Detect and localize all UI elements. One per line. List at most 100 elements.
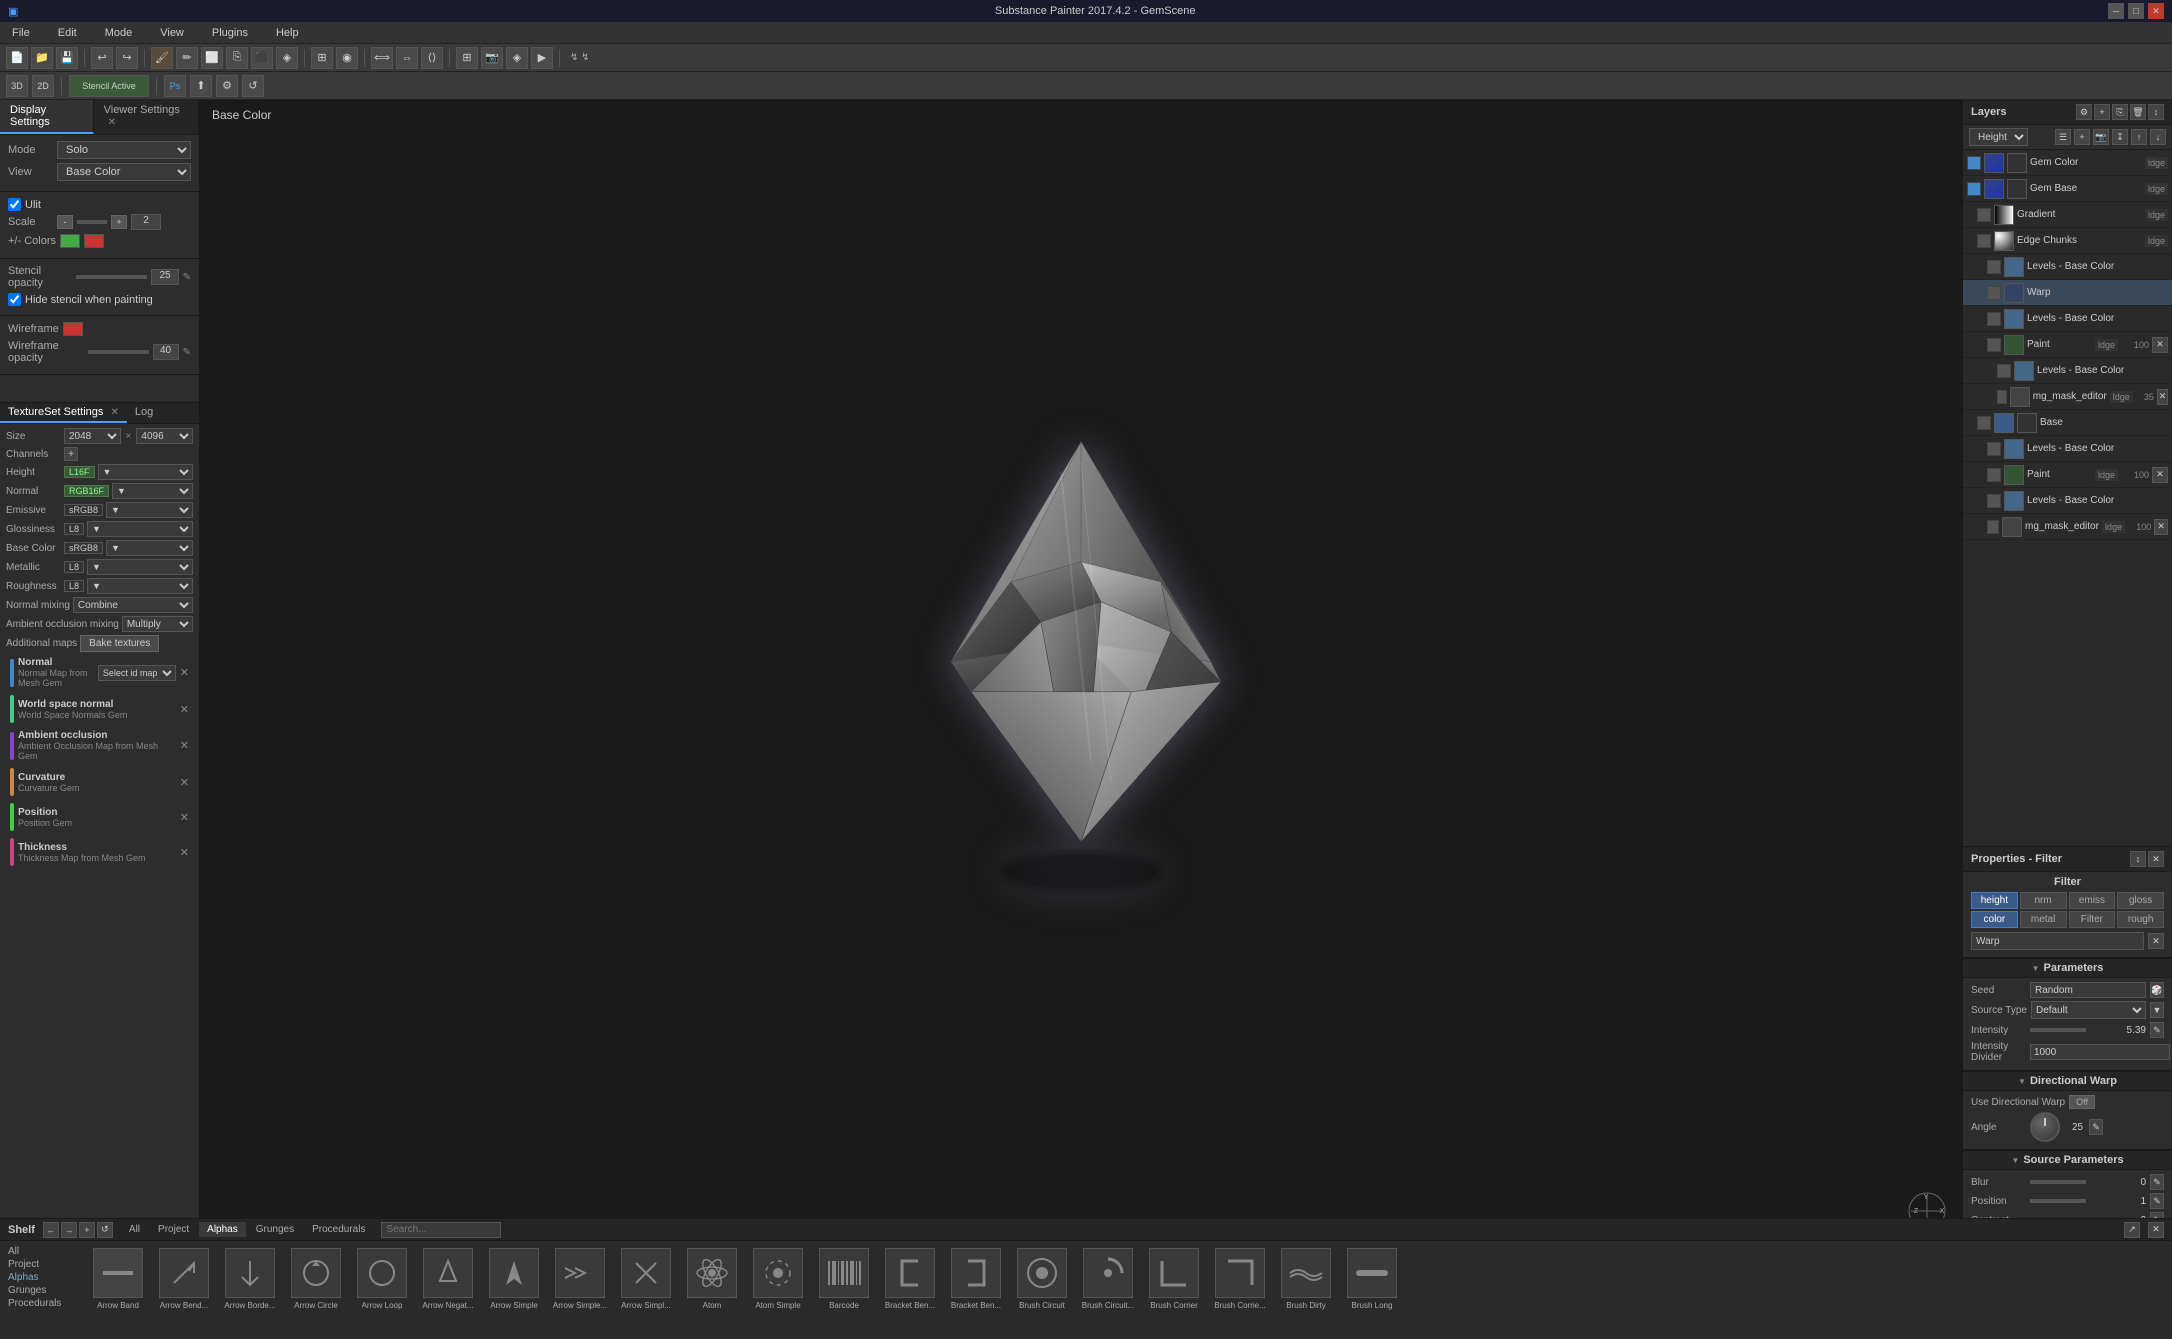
shelf-item-arrow-circle[interactable]: Arrow Circle [286, 1248, 346, 1310]
shelf-item-arrow-borde[interactable]: Arrow Borde... [220, 1248, 280, 1310]
layer-item[interactable]: Gem Color ldge [1963, 150, 2172, 176]
angle-edit-btn[interactable]: ✎ [2089, 1119, 2103, 1135]
mode-2d-btn[interactable]: 2D [32, 75, 54, 97]
shelf-item-atom[interactable]: Atom [682, 1248, 742, 1310]
channels-add-btn[interactable]: + [64, 447, 78, 461]
erase-btn[interactable]: ⬜ [201, 47, 223, 69]
thickness-map-close[interactable]: ✕ [180, 846, 189, 859]
channel-rough-btn[interactable]: rough [2117, 911, 2164, 928]
menu-plugins[interactable]: Plugins [206, 25, 254, 41]
shelf-tab-project[interactable]: Project [150, 1222, 197, 1237]
metallic-format-select[interactable]: ▼ [87, 559, 193, 575]
layer-visibility-toggle[interactable] [1987, 286, 2001, 300]
layers-action-btn1[interactable]: ☰ [2055, 129, 2071, 145]
angle-knob[interactable] [2030, 1112, 2060, 1142]
layers-settings-btn[interactable]: ⚙ [2076, 104, 2092, 120]
layer-item[interactable]: Edge Chunks ldge [1963, 228, 2172, 254]
ao-mixing-select[interactable]: Multiply [122, 616, 193, 632]
shelf-search-input[interactable] [381, 1222, 501, 1238]
sym2-btn[interactable]: ⇔ [396, 47, 418, 69]
texset-tab-close[interactable]: ✕ [110, 407, 118, 418]
directional-warp-header[interactable]: ▼ Directional Warp [1963, 1071, 2172, 1091]
shelf-expand-btn[interactable]: ↗ [2124, 1222, 2140, 1238]
paint-btn[interactable]: 🖌 [151, 47, 173, 69]
shelf-item-atom-simple[interactable]: Atom Simple [748, 1248, 808, 1310]
glossiness-format-select[interactable]: ▼ [87, 521, 193, 537]
layer-delete-btn[interactable]: ✕ [2157, 389, 2168, 405]
redo-btn[interactable]: ↪ [116, 47, 138, 69]
channel-emiss-btn[interactable]: emiss [2069, 892, 2116, 909]
layer-visibility-toggle[interactable] [1987, 520, 1999, 534]
shelf-tree-procedurals[interactable]: Procedurals [8, 1297, 72, 1310]
sym3-btn[interactable]: ⟨⟩ [421, 47, 443, 69]
shelf-tree-all[interactable]: All [8, 1245, 72, 1258]
maximize-btn[interactable]: □ [2128, 3, 2144, 19]
layer-item[interactable]: Levels - Base Color [1963, 436, 2172, 462]
source-params-header[interactable]: ▼ Source Parameters [1963, 1150, 2172, 1170]
material-btn[interactable]: ◉ [336, 47, 358, 69]
render-btn[interactable]: ▶ [531, 47, 553, 69]
tab-log[interactable]: Log [127, 403, 161, 423]
emissive-format-select[interactable]: ▼ [106, 502, 193, 518]
shelf-item-arrow-simple2[interactable]: Arrow Simple... [550, 1248, 610, 1310]
shelf-item-bracket-bend1[interactable]: Bracket Ben... [880, 1248, 940, 1310]
layer-visibility-toggle[interactable] [1987, 312, 2001, 326]
seed-random-btn[interactable]: 🎲 [2150, 982, 2164, 998]
layer-visibility-toggle[interactable] [1987, 468, 2001, 482]
settings-btn[interactable]: ⚙ [216, 75, 238, 97]
shelf-tab-grunges[interactable]: Grunges [248, 1222, 302, 1237]
menu-file[interactable]: File [6, 25, 36, 41]
layers-action-btn5[interactable]: ↑ [2131, 129, 2147, 145]
layer-visibility-toggle[interactable] [1977, 416, 1991, 430]
shelf-item-arrow-negat[interactable]: Arrow Negat... [418, 1248, 478, 1310]
shelf-item-brush-corner[interactable]: Brush Corner [1144, 1248, 1204, 1310]
menu-mode[interactable]: Mode [99, 25, 139, 41]
mode-select[interactable]: Solo [57, 141, 191, 159]
shelf-tab-procedurals[interactable]: Procedurals [304, 1222, 373, 1237]
view-select[interactable]: Base Color [57, 163, 191, 181]
filter-channel-btn[interactable]: Filter [2069, 911, 2116, 928]
layer-visibility-toggle[interactable] [1987, 338, 2001, 352]
wireframe-opacity-slider[interactable] [88, 350, 148, 354]
layer-item[interactable]: Levels - Base Color [1963, 358, 2172, 384]
layer-delete-btn[interactable]: ✕ [2152, 467, 2168, 483]
base-color-format-select[interactable]: ▼ [106, 540, 193, 556]
tab-texture-set-settings[interactable]: TextureSet Settings ✕ [0, 403, 127, 423]
layer-visibility-toggle[interactable] [1997, 364, 2011, 378]
position-map-close[interactable]: ✕ [180, 811, 189, 824]
viewport[interactable]: Base Color [200, 100, 1962, 1246]
shelf-tree-grunges[interactable]: Grunges [8, 1284, 72, 1297]
layer-item[interactable]: Warp [1963, 280, 2172, 306]
layers-duplicate-btn[interactable]: ⎘ [2112, 104, 2128, 120]
roughness-format-select[interactable]: ▼ [87, 578, 193, 594]
layer-item[interactable]: Paint ldge 100 ✕ [1963, 332, 2172, 358]
normal-map-close[interactable]: ✕ [180, 666, 189, 679]
intensity-slider[interactable] [2030, 1028, 2086, 1032]
shelf-item-arrow-cross[interactable]: Arrow Simpl... [616, 1248, 676, 1310]
channel-gloss-btn[interactable]: gloss [2117, 892, 2164, 909]
menu-edit[interactable]: Edit [52, 25, 83, 41]
open-btn[interactable]: 📁 [31, 47, 53, 69]
normal-map-select[interactable]: Select id map [98, 665, 176, 681]
clone-btn[interactable]: ⎘ [226, 47, 248, 69]
position-slider[interactable] [2030, 1199, 2086, 1203]
shelf-tree-alphas[interactable]: Alphas [8, 1271, 72, 1284]
wireframe-opacity-edit-icon[interactable]: ✎ [183, 347, 191, 358]
ulit-checkbox[interactable] [8, 198, 21, 211]
size-select-width[interactable]: 2048 [64, 428, 121, 444]
viewer-settings-close[interactable]: ✕ [108, 117, 116, 128]
shelf-nav-btn3[interactable]: + [79, 1222, 95, 1238]
shelf-item-brush-circuit2[interactable]: Brush Circuit... [1078, 1248, 1138, 1310]
wsn-map-close[interactable]: ✕ [180, 703, 189, 716]
refresh-btn[interactable]: ↺ [242, 75, 264, 97]
tab-viewer-settings[interactable]: Viewer Settings ✕ [94, 100, 199, 134]
shelf-tree-project[interactable]: Project [8, 1258, 72, 1271]
layer-item[interactable]: Levels - Base Color [1963, 254, 2172, 280]
shelf-item-brush-circuit1[interactable]: Brush Circuit [1012, 1248, 1072, 1310]
blur-edit-btn[interactable]: ✎ [2150, 1174, 2164, 1190]
filter-remove-btn[interactable]: ✕ [2148, 933, 2164, 949]
scale-plus-btn[interactable]: + [111, 215, 127, 229]
ao-map-close[interactable]: ✕ [180, 739, 189, 752]
shelf-tab-all[interactable]: All [121, 1222, 148, 1237]
shelf-item-brush-long[interactable]: Brush Long [1342, 1248, 1402, 1310]
